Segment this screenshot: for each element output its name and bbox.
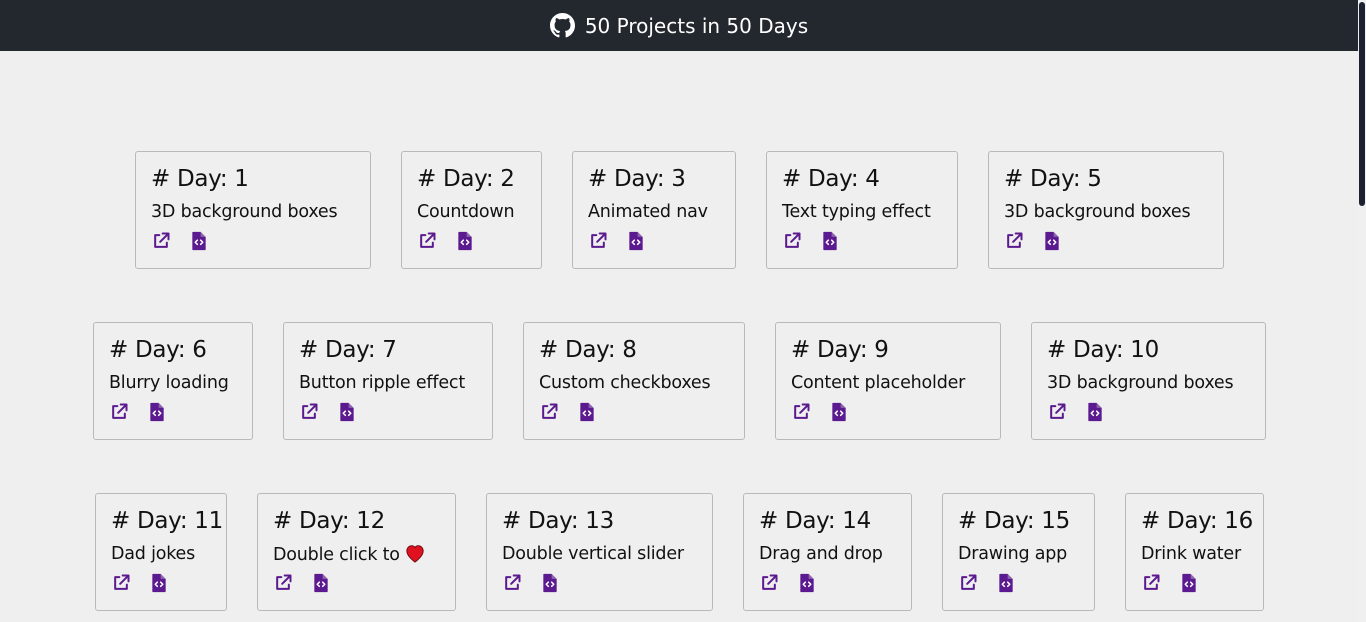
code-file-icon[interactable] — [1179, 573, 1199, 593]
project-card-day-8: # Day: 8 Custom checkboxes — [523, 322, 745, 440]
external-link-icon[interactable] — [109, 402, 129, 422]
external-link-icon[interactable] — [1004, 231, 1024, 251]
project-card-day-11: # Day: 11 Dad jokes — [95, 493, 227, 611]
code-file-icon[interactable] — [540, 573, 560, 593]
code-file-icon[interactable] — [1085, 402, 1105, 422]
card-title: # Day: 15 — [958, 508, 1070, 534]
card-project-name: Drag and drop — [759, 544, 883, 564]
scrollbar[interactable] — [1358, 0, 1366, 622]
card-title: # Day: 10 — [1047, 337, 1159, 363]
project-card-day-10: # Day: 10 3D background boxes — [1031, 322, 1266, 440]
code-file-icon[interactable] — [829, 402, 849, 422]
card-project-name: 3D background boxes — [1047, 373, 1234, 393]
card-title: # Day: 1 — [151, 166, 249, 192]
code-file-icon[interactable] — [820, 231, 840, 251]
card-title: # Day: 11 — [111, 508, 223, 534]
code-file-icon[interactable] — [1042, 231, 1062, 251]
card-title: # Day: 9 — [791, 337, 889, 363]
card-title: # Day: 16 — [1141, 508, 1253, 534]
card-project-name: 3D background boxes — [1004, 202, 1191, 222]
project-card-day-4: # Day: 4 Text typing effect — [766, 151, 958, 269]
code-file-icon[interactable] — [797, 573, 817, 593]
card-title: # Day: 14 — [759, 508, 871, 534]
card-project-name: Animated nav — [588, 202, 708, 222]
code-file-icon[interactable] — [996, 573, 1016, 593]
scrollbar-thumb[interactable] — [1359, 2, 1365, 206]
card-project-name: Text typing effect — [782, 202, 931, 222]
card-project-name: 3D background boxes — [151, 202, 338, 222]
external-link-icon[interactable] — [299, 402, 319, 422]
external-link-icon[interactable] — [151, 231, 171, 251]
external-link-icon[interactable] — [791, 402, 811, 422]
code-file-icon[interactable] — [455, 231, 475, 251]
heart-icon — [404, 543, 426, 563]
card-title: # Day: 8 — [539, 337, 637, 363]
card-title: # Day: 12 — [273, 508, 385, 534]
code-file-icon[interactable] — [337, 402, 357, 422]
project-card-day-14: # Day: 14 Drag and drop — [743, 493, 912, 611]
code-file-icon[interactable] — [149, 573, 169, 593]
external-link-icon[interactable] — [1141, 573, 1161, 593]
top-bar: 50 Projects in 50 Days — [0, 0, 1358, 51]
code-file-icon[interactable] — [577, 402, 597, 422]
project-card-day-5: # Day: 5 3D background boxes — [988, 151, 1224, 269]
card-title: # Day: 7 — [299, 337, 397, 363]
external-link-icon[interactable] — [782, 231, 802, 251]
external-link-icon[interactable] — [1047, 402, 1067, 422]
card-project-name: Custom checkboxes — [539, 373, 711, 393]
external-link-icon[interactable] — [502, 573, 522, 593]
project-card-day-6: # Day: 6 Blurry loading — [93, 322, 253, 440]
project-card-day-2: # Day: 2 Countdown — [401, 151, 542, 269]
card-project-name: Countdown — [417, 202, 515, 222]
code-file-icon[interactable] — [626, 231, 646, 251]
card-project-name: Content placeholder — [791, 373, 966, 393]
project-card-day-3: # Day: 3 Animated nav — [572, 151, 736, 269]
card-project-name-row: Double click to — [273, 543, 455, 565]
project-card-day-7: # Day: 7 Button ripple effect — [283, 322, 493, 440]
project-card-day-1: # Day: 1 3D background boxes — [135, 151, 371, 269]
card-title: # Day: 2 — [417, 166, 515, 192]
project-card-day-12: # Day: 12 Double click to — [257, 493, 456, 611]
card-project-name: Double click to — [273, 545, 400, 565]
external-link-icon[interactable] — [111, 573, 131, 593]
card-title: # Day: 3 — [588, 166, 686, 192]
page-title[interactable]: 50 Projects in 50 Days — [585, 14, 808, 38]
card-project-name: Drink water — [1141, 544, 1241, 564]
project-card-day-15: # Day: 15 Drawing app — [942, 493, 1095, 611]
external-link-icon[interactable] — [958, 573, 978, 593]
card-title: # Day: 4 — [782, 166, 880, 192]
code-file-icon[interactable] — [189, 231, 209, 251]
external-link-icon[interactable] — [417, 231, 437, 251]
project-card-day-16: # Day: 16 Drink water — [1125, 493, 1264, 611]
external-link-icon[interactable] — [588, 231, 608, 251]
card-project-name: Double vertical slider — [502, 544, 684, 564]
card-title: # Day: 6 — [109, 337, 207, 363]
external-link-icon[interactable] — [273, 573, 293, 593]
card-project-name: Drawing app — [958, 544, 1068, 564]
external-link-icon[interactable] — [539, 402, 559, 422]
card-title: # Day: 5 — [1004, 166, 1102, 192]
code-file-icon[interactable] — [311, 573, 331, 593]
code-file-icon[interactable] — [147, 402, 167, 422]
project-card-day-9: # Day: 9 Content placeholder — [775, 322, 1001, 440]
card-project-name: Blurry loading — [109, 373, 229, 393]
external-link-icon[interactable] — [759, 573, 779, 593]
card-title: # Day: 13 — [502, 508, 614, 534]
project-card-day-13: # Day: 13 Double vertical slider — [486, 493, 713, 611]
card-project-name: Button ripple effect — [299, 373, 465, 393]
card-project-name: Dad jokes — [111, 544, 196, 564]
github-icon[interactable] — [549, 13, 575, 38]
